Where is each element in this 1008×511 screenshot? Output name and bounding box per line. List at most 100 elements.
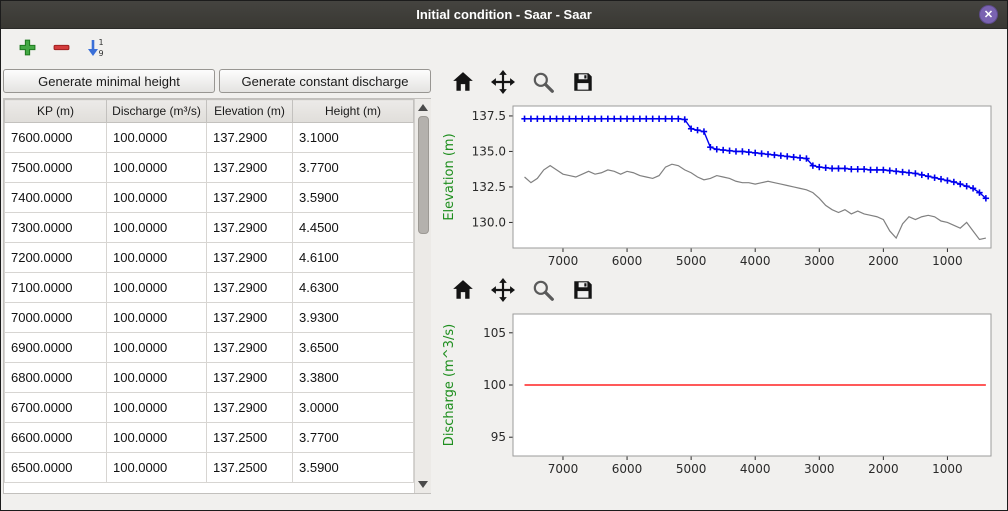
table-cell[interactable]: 4.6300: [293, 273, 414, 303]
table-cell[interactable]: 100.0000: [107, 153, 207, 183]
table-row[interactable]: 6700.0000100.0000137.29003.0000: [5, 393, 414, 423]
table-row[interactable]: 7200.0000100.0000137.29004.6100: [5, 243, 414, 273]
svg-text:137.5: 137.5: [472, 109, 506, 123]
table-cell[interactable]: 100.0000: [107, 333, 207, 363]
discharge-chart-toolbar: [439, 273, 1003, 307]
table-row[interactable]: 7100.0000100.0000137.29004.6300: [5, 273, 414, 303]
table-cell[interactable]: 137.2900: [207, 333, 293, 363]
svg-text:1: 1: [98, 38, 103, 47]
generate-constant-discharge-button[interactable]: Generate constant discharge: [219, 69, 431, 93]
elevation-pan-button[interactable]: [489, 68, 517, 96]
svg-text:130.0: 130.0: [472, 215, 506, 229]
svg-text:105: 105: [483, 326, 506, 340]
table-cell[interactable]: 3.7700: [293, 423, 414, 453]
sort-button[interactable]: 1 9: [81, 33, 109, 61]
table-cell[interactable]: 100.0000: [107, 183, 207, 213]
table-cell[interactable]: 137.2900: [207, 123, 293, 153]
elevation-chart: 7000600050004000300020001000130.0132.513…: [439, 99, 1001, 273]
table-row[interactable]: 7500.0000100.0000137.29003.7700: [5, 153, 414, 183]
table-cell[interactable]: 137.2900: [207, 243, 293, 273]
table-cell[interactable]: 7500.0000: [5, 153, 107, 183]
table-cell[interactable]: 7100.0000: [5, 273, 107, 303]
table-cell[interactable]: 137.2900: [207, 213, 293, 243]
table-cell[interactable]: 6800.0000: [5, 363, 107, 393]
zoom-icon: [531, 70, 555, 94]
table-cell[interactable]: 4.6100: [293, 243, 414, 273]
table-cell[interactable]: 100.0000: [107, 303, 207, 333]
discharge-zoom-button[interactable]: [529, 276, 557, 304]
table-cell[interactable]: 100.0000: [107, 243, 207, 273]
table-cell[interactable]: 137.2900: [207, 153, 293, 183]
scroll-up-arrow-icon[interactable]: [418, 104, 428, 111]
table-cell[interactable]: 6500.0000: [5, 453, 107, 483]
elevation-zoom-button[interactable]: [529, 68, 557, 96]
table-cell[interactable]: 137.2900: [207, 303, 293, 333]
elevation-home-button[interactable]: [449, 68, 477, 96]
table-header: KP (m)Discharge (m³/s)Elevation (m)Heigh…: [5, 100, 414, 123]
svg-text:95: 95: [491, 430, 506, 444]
table-cell[interactable]: 100.0000: [107, 123, 207, 153]
table-cell[interactable]: 6600.0000: [5, 423, 107, 453]
table-cell[interactable]: 6700.0000: [5, 393, 107, 423]
column-header[interactable]: Height (m): [293, 100, 414, 123]
app-window: Initial condition - Saar - Saar ✕ 1 9: [0, 0, 1008, 511]
table-cell[interactable]: 3.9300: [293, 303, 414, 333]
table-cell[interactable]: 137.2900: [207, 183, 293, 213]
table-row[interactable]: 7300.0000100.0000137.29004.4500: [5, 213, 414, 243]
add-row-button[interactable]: [13, 33, 41, 61]
table-cell[interactable]: 7600.0000: [5, 123, 107, 153]
table-row[interactable]: 6900.0000100.0000137.29003.6500: [5, 333, 414, 363]
table-cell[interactable]: 3.6500: [293, 333, 414, 363]
table-row[interactable]: 7600.0000100.0000137.29003.1000: [5, 123, 414, 153]
table-cell[interactable]: 7000.0000: [5, 303, 107, 333]
close-button[interactable]: ✕: [979, 5, 998, 24]
table-cell[interactable]: 4.4500: [293, 213, 414, 243]
table-cell[interactable]: 3.1000: [293, 123, 414, 153]
column-header[interactable]: KP (m): [5, 100, 107, 123]
discharge-pan-button[interactable]: [489, 276, 517, 304]
window-title: Initial condition - Saar - Saar: [416, 7, 592, 22]
table-cell[interactable]: 3.5900: [293, 453, 414, 483]
table-cell[interactable]: 3.0000: [293, 393, 414, 423]
table-cell[interactable]: 7300.0000: [5, 213, 107, 243]
svg-text:1000: 1000: [932, 254, 963, 268]
table-header-row: KP (m)Discharge (m³/s)Elevation (m)Heigh…: [5, 100, 414, 123]
table-cell[interactable]: 100.0000: [107, 273, 207, 303]
table-cell[interactable]: 100.0000: [107, 393, 207, 423]
column-header[interactable]: Discharge (m³/s): [107, 100, 207, 123]
svg-text:Elevation (m): Elevation (m): [442, 133, 457, 220]
table-cell[interactable]: 3.7700: [293, 153, 414, 183]
table-row[interactable]: 6800.0000100.0000137.29003.3800: [5, 363, 414, 393]
column-header[interactable]: Elevation (m): [207, 100, 293, 123]
left-panel: Generate minimal height Generate constan…: [1, 65, 433, 494]
discharge-chart: 700060005000400030002000100095100105Disc…: [439, 307, 1001, 481]
table-cell[interactable]: 137.2900: [207, 273, 293, 303]
table-cell[interactable]: 3.3800: [293, 363, 414, 393]
table-row[interactable]: 6500.0000100.0000137.25003.5900: [5, 453, 414, 483]
table-row[interactable]: 7400.0000100.0000137.29003.5900: [5, 183, 414, 213]
table-cell[interactable]: 137.2900: [207, 393, 293, 423]
table-cell[interactable]: 137.2900: [207, 363, 293, 393]
vertical-scrollbar[interactable]: [414, 99, 431, 493]
remove-row-button[interactable]: [47, 33, 75, 61]
table-cell[interactable]: 100.0000: [107, 363, 207, 393]
elevation-save-button[interactable]: [569, 68, 597, 96]
table-cell[interactable]: 137.2500: [207, 423, 293, 453]
table-cell[interactable]: 6900.0000: [5, 333, 107, 363]
main-content: Generate minimal height Generate constan…: [1, 65, 1007, 494]
discharge-save-button[interactable]: [569, 276, 597, 304]
table-cell[interactable]: 100.0000: [107, 423, 207, 453]
table-row[interactable]: 7000.0000100.0000137.29003.9300: [5, 303, 414, 333]
table-cell[interactable]: 100.0000: [107, 213, 207, 243]
scroll-down-arrow-icon[interactable]: [418, 481, 428, 488]
svg-text:6000: 6000: [612, 254, 643, 268]
table-cell[interactable]: 3.5900: [293, 183, 414, 213]
discharge-home-button[interactable]: [449, 276, 477, 304]
table-cell[interactable]: 100.0000: [107, 453, 207, 483]
scrollbar-thumb[interactable]: [418, 116, 429, 234]
generate-minimal-height-button[interactable]: Generate minimal height: [3, 69, 215, 93]
table-cell[interactable]: 7200.0000: [5, 243, 107, 273]
table-row[interactable]: 6600.0000100.0000137.25003.7700: [5, 423, 414, 453]
table-cell[interactable]: 7400.0000: [5, 183, 107, 213]
table-cell[interactable]: 137.2500: [207, 453, 293, 483]
